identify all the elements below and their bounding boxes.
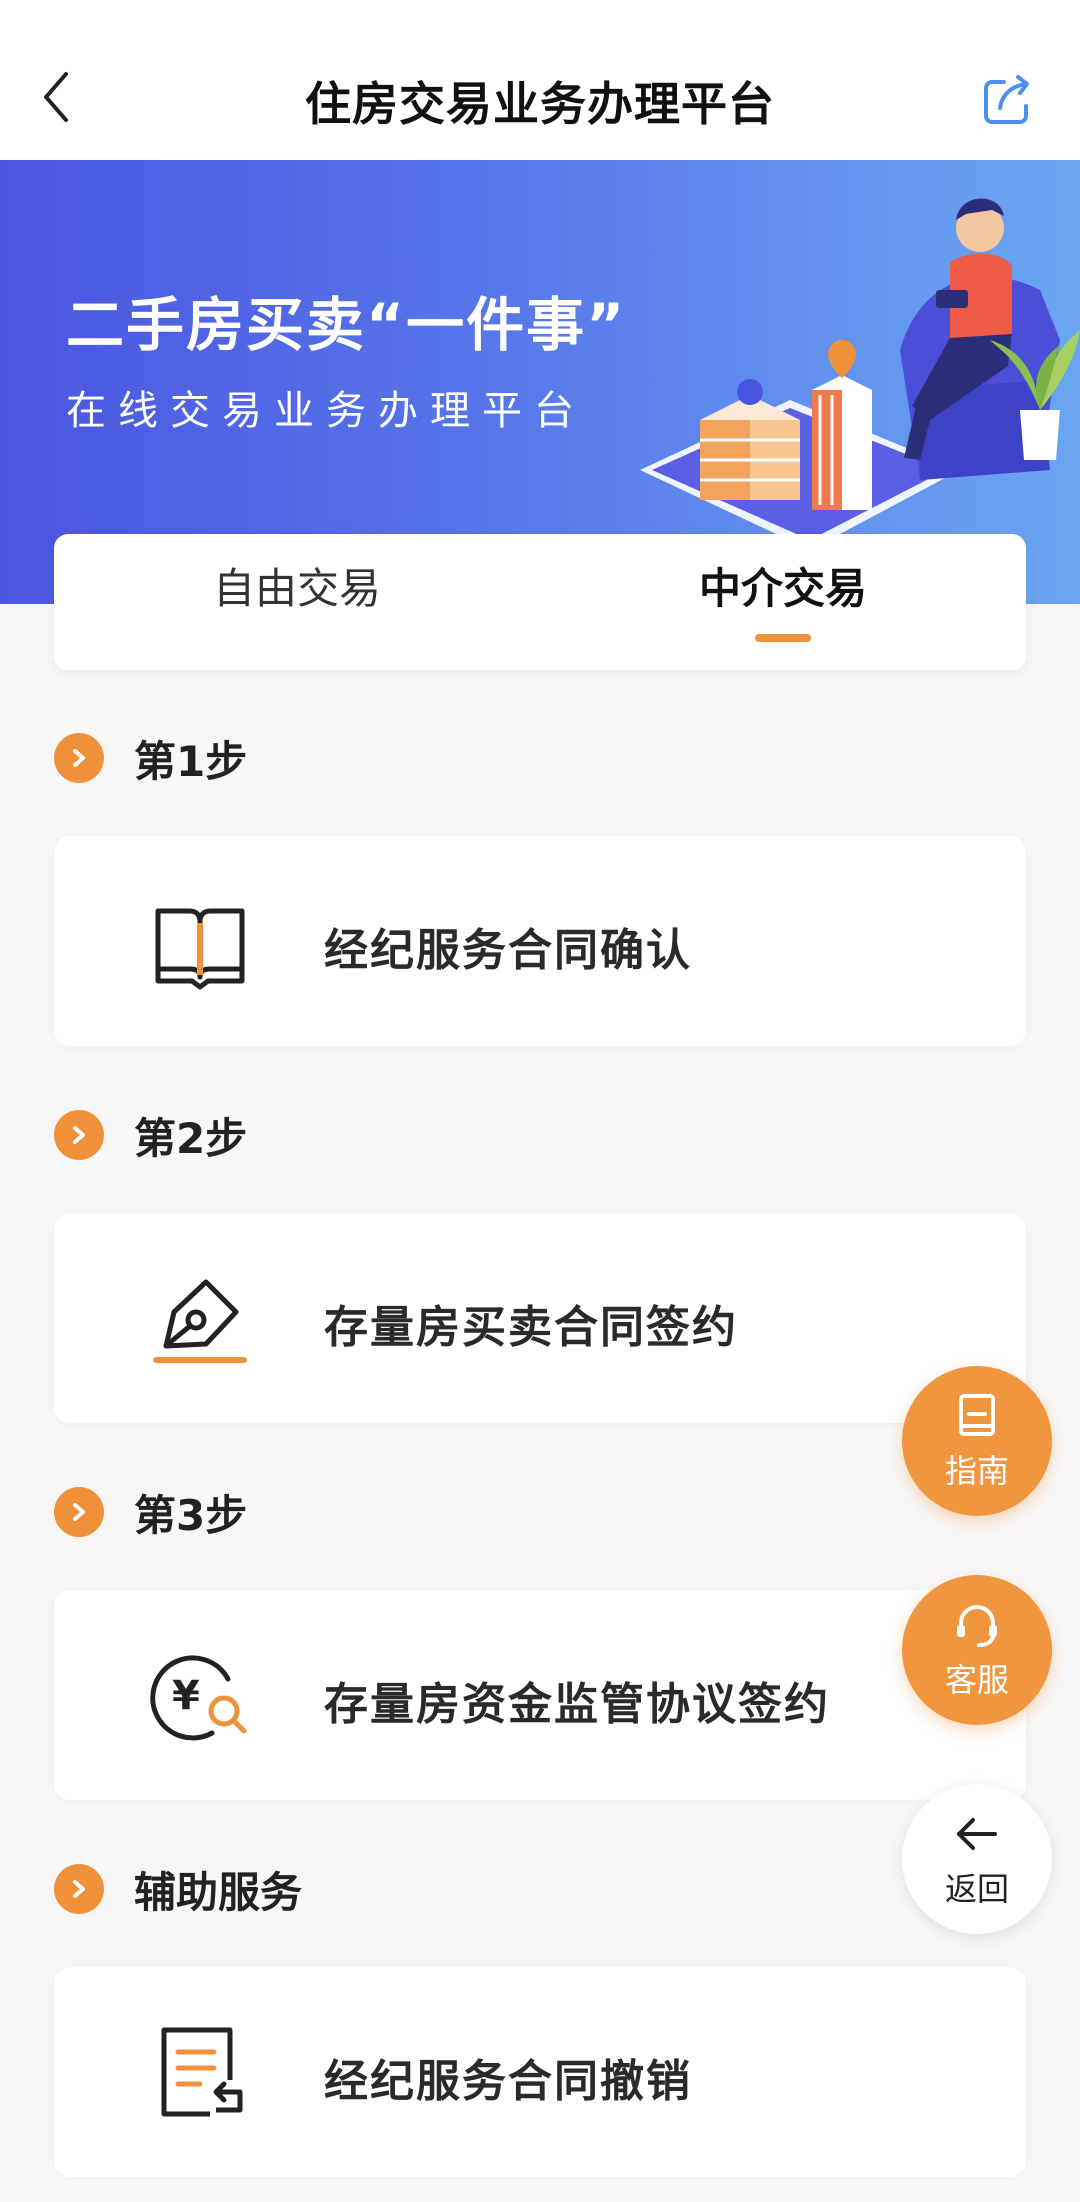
step-label: 第3步 — [134, 1490, 248, 1540]
arrow-right-icon — [54, 1864, 104, 1914]
pen-nib-icon — [153, 1279, 247, 1363]
service-card-sale-contract[interactable]: 存量房买卖合同签约 — [54, 1213, 1026, 1423]
banner-title: 二手房买卖“一件事” — [66, 291, 627, 359]
yuan-search-icon: ¥ — [150, 1655, 247, 1741]
top-nav-bar: 住房交易业务办理平台 — [0, 0, 1080, 160]
step-header-1: 第1步 — [54, 728, 247, 788]
guide-button[interactable]: 指南 — [902, 1366, 1052, 1516]
arrow-left-icon — [957, 1818, 997, 1850]
step-label: 第1步 — [134, 736, 248, 786]
tab-label: 中介交易 — [698, 564, 867, 613]
arrow-right-icon — [54, 733, 104, 783]
card-label: 存量房买卖合同签约 — [324, 1302, 738, 1353]
tab-label: 自由交易 — [212, 564, 381, 613]
card-label: 存量房资金监管协议签约 — [324, 1679, 830, 1730]
banner-subtitle: 在线交易业务办理平台 — [66, 388, 586, 434]
headset-icon — [957, 1605, 997, 1647]
service-card-fund-supervision[interactable]: ¥ 存量房资金监管协议签约 — [54, 1590, 1026, 1800]
step-header-auxiliary: 辅助服务 — [54, 1859, 302, 1919]
tab-agency-transaction[interactable]: 中介交易 — [540, 534, 1026, 670]
return-label: 返回 — [944, 1870, 1009, 1908]
service-card-brokerage-revoke[interactable]: 经纪服务合同撤销 — [54, 1967, 1026, 2177]
card-label: 经纪服务合同确认 — [324, 925, 692, 976]
step-header-2: 第2步 — [54, 1105, 247, 1165]
return-button[interactable]: 返回 — [902, 1784, 1052, 1934]
customer-service-button[interactable]: 客服 — [902, 1575, 1052, 1725]
service-label: 客服 — [944, 1661, 1009, 1699]
active-tab-indicator — [755, 634, 811, 642]
arrow-right-icon — [54, 1110, 104, 1160]
page-title: 住房交易业务办理平台 — [305, 77, 775, 131]
svg-text:¥: ¥ — [172, 1673, 200, 1719]
book-icon — [155, 908, 245, 990]
step-label: 第2步 — [134, 1113, 248, 1163]
step-header-3: 第3步 — [54, 1482, 247, 1542]
guide-label: 指南 — [944, 1452, 1009, 1490]
guide-book-icon — [959, 1394, 995, 1436]
arrow-right-icon — [54, 1487, 104, 1537]
step-label: 辅助服务 — [134, 1867, 303, 1917]
service-card-brokerage-confirm[interactable]: 经纪服务合同确认 — [54, 836, 1026, 1046]
card-label: 经纪服务合同撤销 — [324, 2056, 692, 2107]
document-revoke-icon — [161, 2027, 243, 2117]
tab-free-transaction[interactable]: 自由交易 — [54, 534, 540, 670]
page: 住房交易业务办理平台 二手房买卖“一件事” 在线交易业务办理平台 自由交易 中介… — [0, 0, 1080, 2202]
share-icon[interactable] — [980, 72, 1036, 128]
transaction-type-tabs: 自由交易 中介交易 — [54, 534, 1026, 670]
